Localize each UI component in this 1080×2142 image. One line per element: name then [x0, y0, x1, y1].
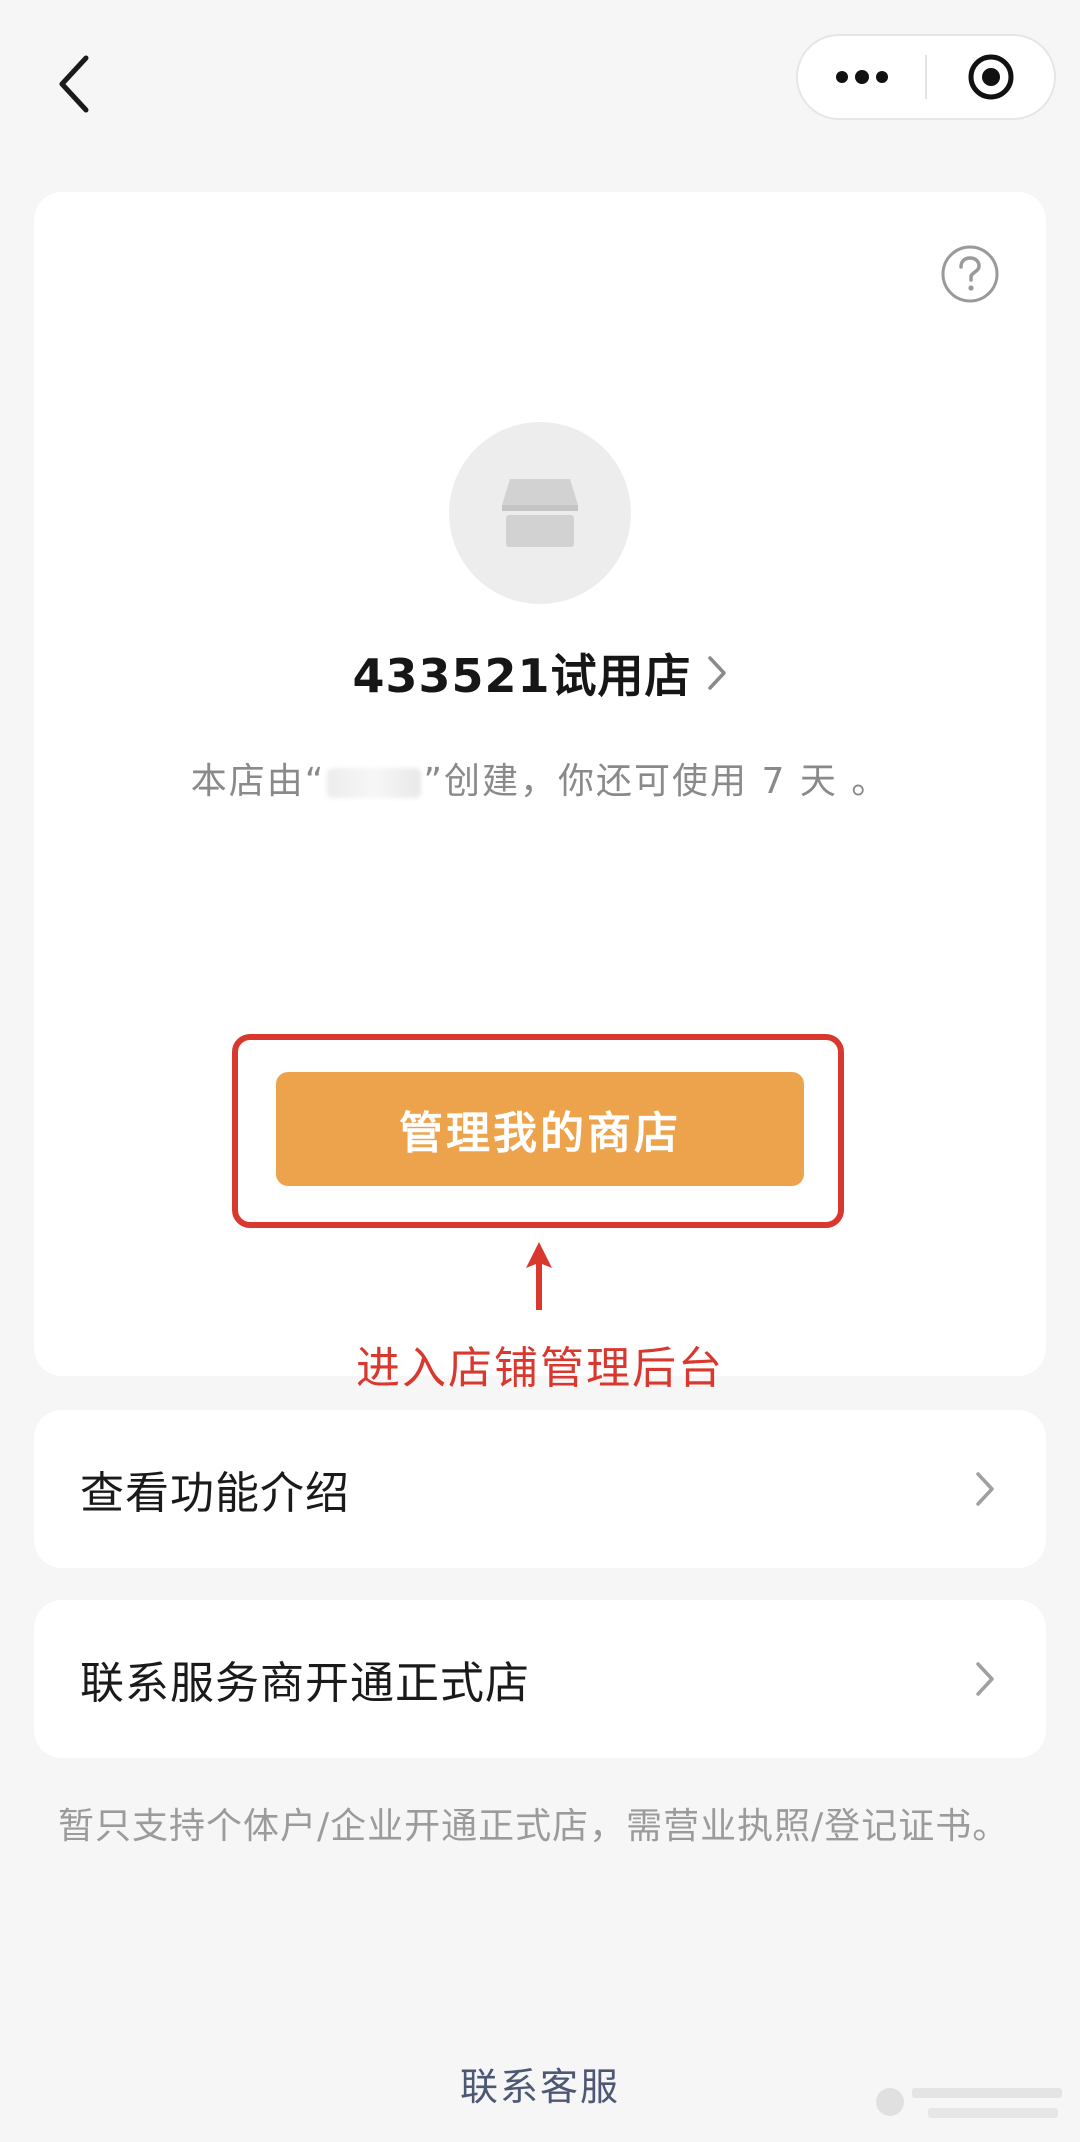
back-button[interactable]: [44, 52, 104, 116]
mini-program-capsule: [796, 34, 1056, 120]
list-item-label: 联系服务商开通正式店: [80, 1658, 530, 1709]
chevron-right-icon: [976, 1662, 994, 1696]
manage-store-button[interactable]: 管理我的商店: [276, 1072, 804, 1186]
watermark-logo-icon: [876, 2088, 1062, 2118]
close-program-button[interactable]: [927, 36, 1054, 118]
more-dots-icon: [835, 70, 888, 84]
redacted-creator-name: [327, 768, 422, 798]
help-button[interactable]: [940, 244, 1000, 304]
target-circle-icon: [968, 54, 1013, 100]
question-circle-icon: [941, 245, 999, 303]
more-button[interactable]: [798, 36, 925, 118]
annotation-text: 进入店铺管理后台: [356, 1343, 724, 1394]
store-desc-prefix: 本店由“: [190, 761, 326, 802]
store-name: 433521试用店: [352, 649, 692, 703]
annotation-arrow-icon: [526, 1242, 552, 1310]
contact-provider-item[interactable]: 联系服务商开通正式店: [34, 1600, 1046, 1758]
store-card: 433521试用店 本店由“ ”创建，你还可使用 7 天 。 管理我的商店 进入店…: [34, 192, 1046, 1394]
store-description: 本店由“ ”创建，你还可使用 7 天 。: [34, 752, 1046, 804]
store-desc-suffix: ”创建，你还可使用 7 天 。: [423, 761, 890, 802]
list-item-label: 查看功能介绍: [80, 1468, 350, 1519]
store-avatar: [449, 422, 631, 604]
store-name-link[interactable]: 433521试用店: [34, 640, 1046, 706]
store-box-icon: [502, 479, 578, 547]
feature-intro-item[interactable]: 查看功能介绍: [34, 1410, 1046, 1568]
chevron-left-icon: [59, 55, 89, 113]
chevron-right-icon: [707, 656, 726, 690]
license-note: 暂只支持个体户/企业开通正式店，需营业执照/登记证书。: [58, 1806, 1010, 1847]
chevron-right-icon: [976, 1472, 994, 1506]
